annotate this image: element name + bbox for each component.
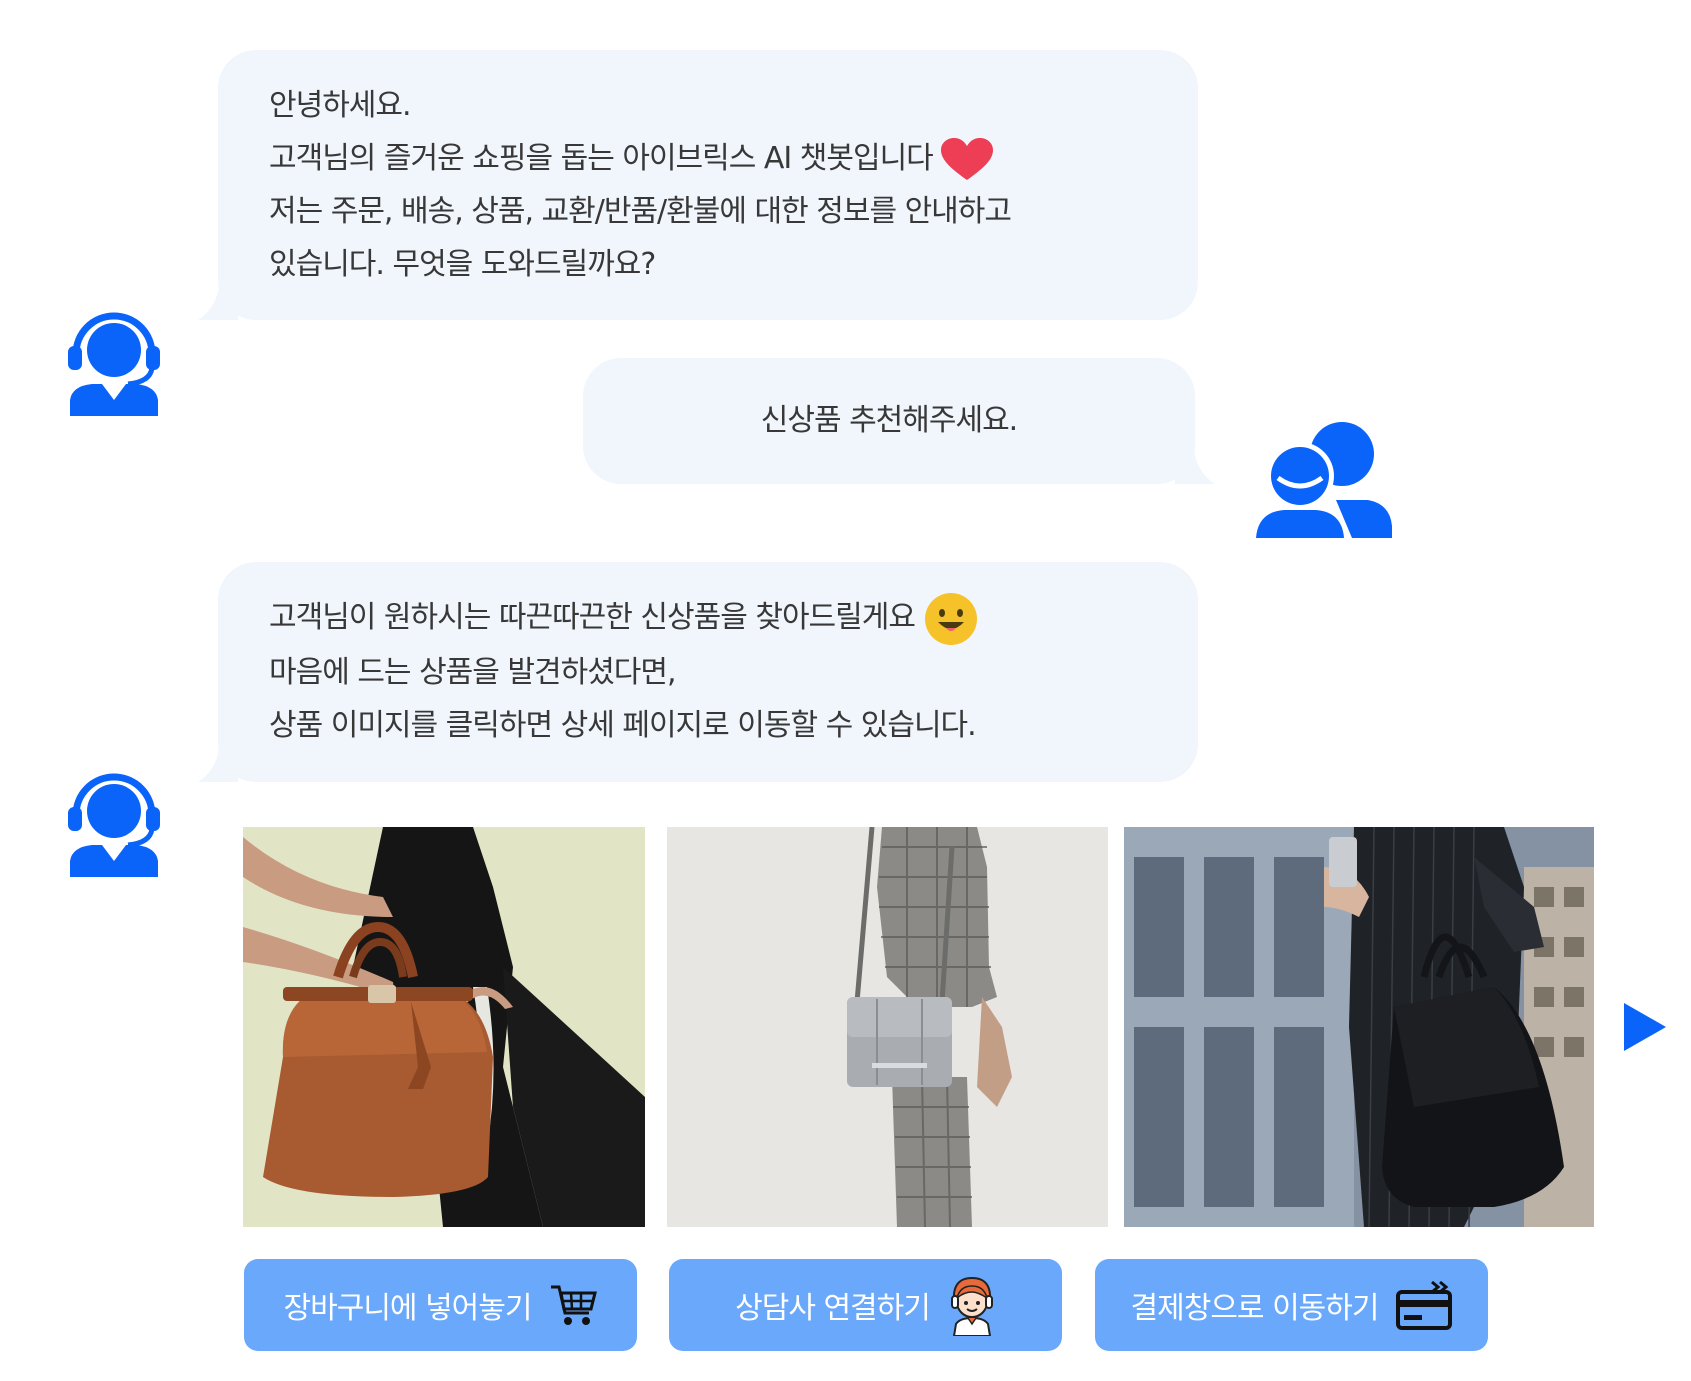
bot-message-reply: 고객님이 원하시는 따끈따끈한 신상품을 찾아드릴게요 마음에 드는 상품을 발… [198, 562, 1198, 782]
connect-counselor-button[interactable]: 상담사 연결하기 [669, 1259, 1062, 1351]
grey-crossbody-bag-photo [667, 827, 1108, 1227]
product-card-2[interactable] [667, 827, 1108, 1227]
go-to-checkout-button[interactable]: 결제창으로 이동하기 [1095, 1259, 1488, 1351]
reply-line-3: 상품 이미지를 클릭하면 상세 페이지로 이동할 수 있습니다. [269, 707, 977, 743]
connect-counselor-label: 상담사 연결하기 [735, 1291, 931, 1326]
headset-agent-icon [68, 773, 160, 877]
greeting-line-1: 안녕하세요. [269, 88, 412, 123]
bubble-tail [1175, 444, 1215, 484]
users-icon [1256, 422, 1392, 538]
user-message-request: 신상품 추천해주세요. [583, 358, 1215, 484]
user-request-text: 신상품 추천해주세요. [760, 403, 1018, 438]
credit-card-icon [1396, 1280, 1453, 1330]
play-arrow-icon[interactable] [1624, 1003, 1666, 1051]
headset-agent-icon [68, 312, 160, 416]
heart-icon [941, 137, 994, 180]
brown-handbag-photo [243, 827, 645, 1227]
reply-line-2: 마음에 드는 상품을 발견하셨다면, [269, 654, 677, 690]
counselor-icon [950, 1276, 993, 1336]
bot-message-greeting: 안녕하세요. 고객님의 즐거운 쇼핑을 돕는 아이브릭스 AI 챗봇입니다 저는… [198, 50, 1198, 320]
reply-line-1: 고객님이 원하시는 따끈따끈한 신상품을 찾아드릴게요 [269, 591, 1198, 646]
add-to-cart-label: 장바구니에 넣어놓기 [283, 1291, 533, 1326]
greeting-line-2: 고객님의 즐거운 쇼핑을 돕는 아이브릭스 AI 챗봇입니다 [269, 132, 1198, 185]
smiley-emoji-icon [924, 592, 977, 645]
black-tote-bag-photo [1124, 827, 1594, 1227]
greeting-line-3: 저는 주문, 배송, 상품, 교환/반품/환불에 대한 정보를 안내하고 [269, 194, 1012, 229]
greeting-line-4: 있습니다. 무엇을 도와드릴까요? [269, 247, 656, 282]
shopping-cart-icon [551, 1285, 598, 1325]
product-card-3[interactable] [1124, 827, 1594, 1227]
bubble-tail [198, 280, 238, 320]
bubble-tail [198, 742, 238, 782]
go-to-checkout-label: 결제창으로 이동하기 [1130, 1291, 1380, 1326]
product-card-1[interactable] [243, 827, 645, 1227]
add-to-cart-button[interactable]: 장바구니에 넣어놓기 [244, 1259, 637, 1351]
